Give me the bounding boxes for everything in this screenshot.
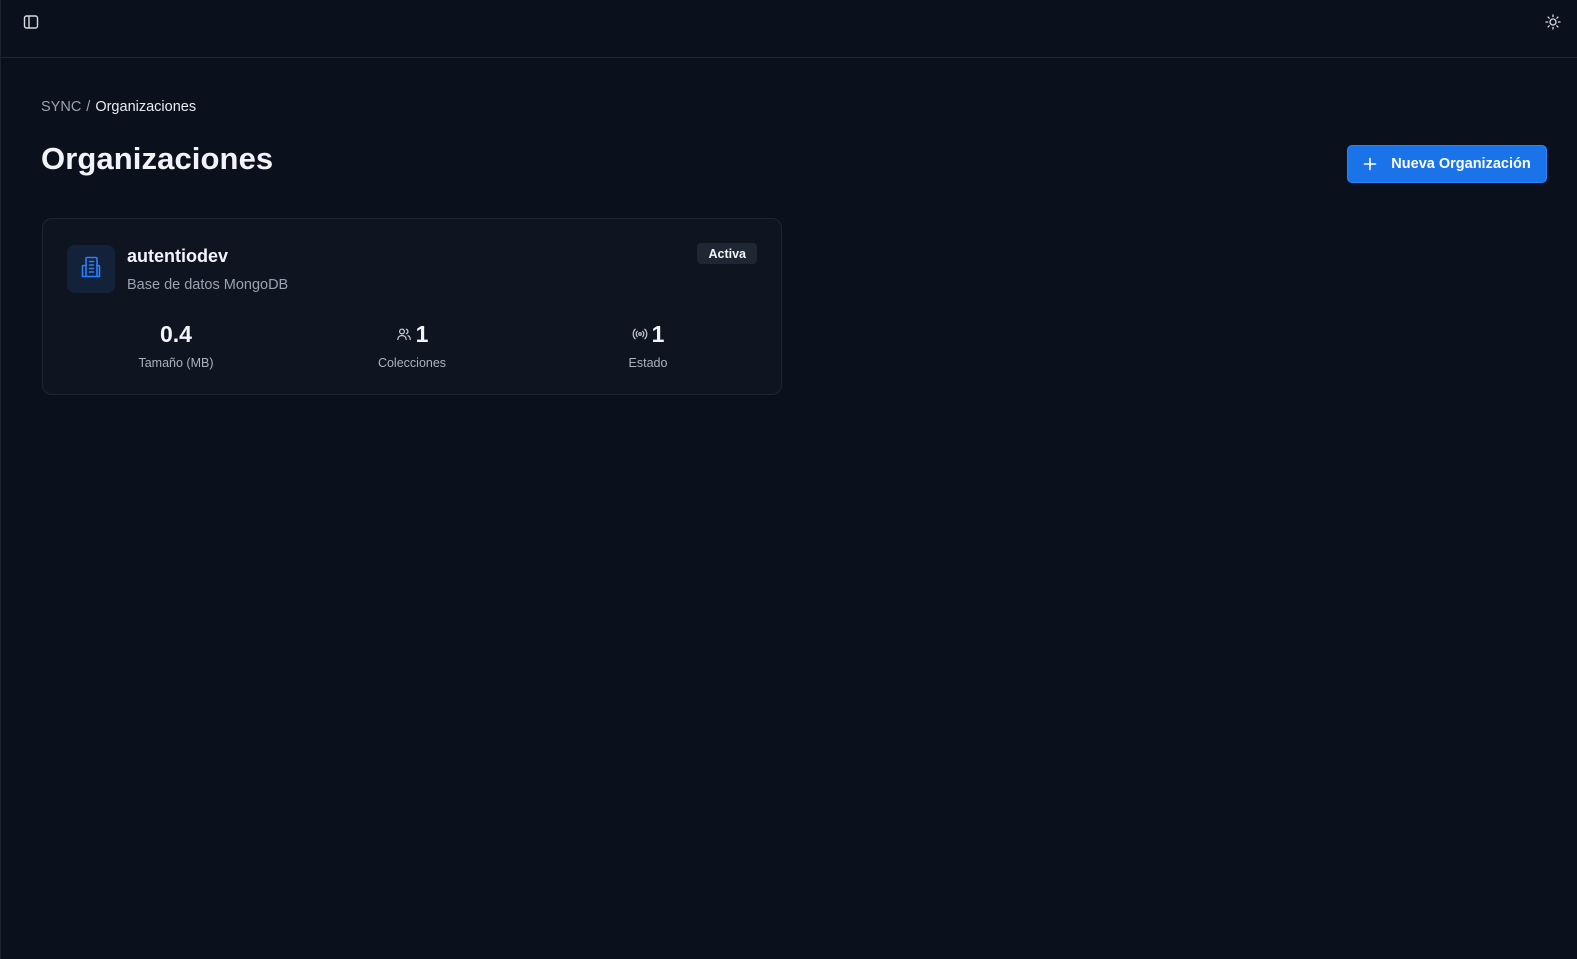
breadcrumb: SYNC / Organizaciones bbox=[41, 99, 196, 115]
breadcrumb-separator: / bbox=[86, 99, 91, 115]
users-icon bbox=[396, 326, 412, 342]
organization-description: Base de datos MongoDB bbox=[127, 277, 289, 293]
stat-collections: 1 Colecciones bbox=[312, 319, 512, 371]
building-icon bbox=[79, 255, 103, 284]
page-title: Organizaciones bbox=[41, 141, 274, 176]
stat-size-value: 0.4 bbox=[160, 320, 192, 347]
status-badge: Activa bbox=[697, 243, 757, 264]
app-shell: SYNC / Organizaciones Organizaciones Nueva… bbox=[0, 0, 1577, 959]
sidebar-toggle-button[interactable] bbox=[19, 12, 43, 36]
stat-status-label: Estado bbox=[628, 356, 668, 370]
breadcrumb-current: Organizaciones bbox=[95, 99, 197, 115]
sun-icon bbox=[1545, 13, 1561, 35]
organization-card[interactable]: autentiodev Base de datos MongoDB Activa… bbox=[42, 218, 782, 395]
organization-avatar bbox=[67, 245, 115, 293]
new-organization-button[interactable]: Nueva Organización bbox=[1347, 145, 1547, 183]
broadcast-icon bbox=[632, 326, 648, 342]
stat-collections-value: 1 bbox=[415, 320, 429, 347]
top-bar bbox=[1, 0, 1577, 58]
sidebar-panel-icon bbox=[23, 14, 39, 35]
organization-name: autentiodev bbox=[127, 246, 229, 266]
new-organization-label: Nueva Organización bbox=[1391, 156, 1531, 172]
stat-size: 0.4 Tamaño (MB) bbox=[76, 319, 276, 371]
stat-size-label: Tamaño (MB) bbox=[138, 356, 214, 370]
theme-toggle-button[interactable] bbox=[1541, 12, 1565, 36]
breadcrumb-root[interactable]: SYNC bbox=[41, 99, 81, 115]
stat-status-value: 1 bbox=[651, 320, 665, 347]
plus-icon bbox=[1363, 157, 1377, 171]
stat-status: 1 Estado bbox=[548, 319, 748, 371]
stat-collections-label: Colecciones bbox=[377, 356, 447, 370]
